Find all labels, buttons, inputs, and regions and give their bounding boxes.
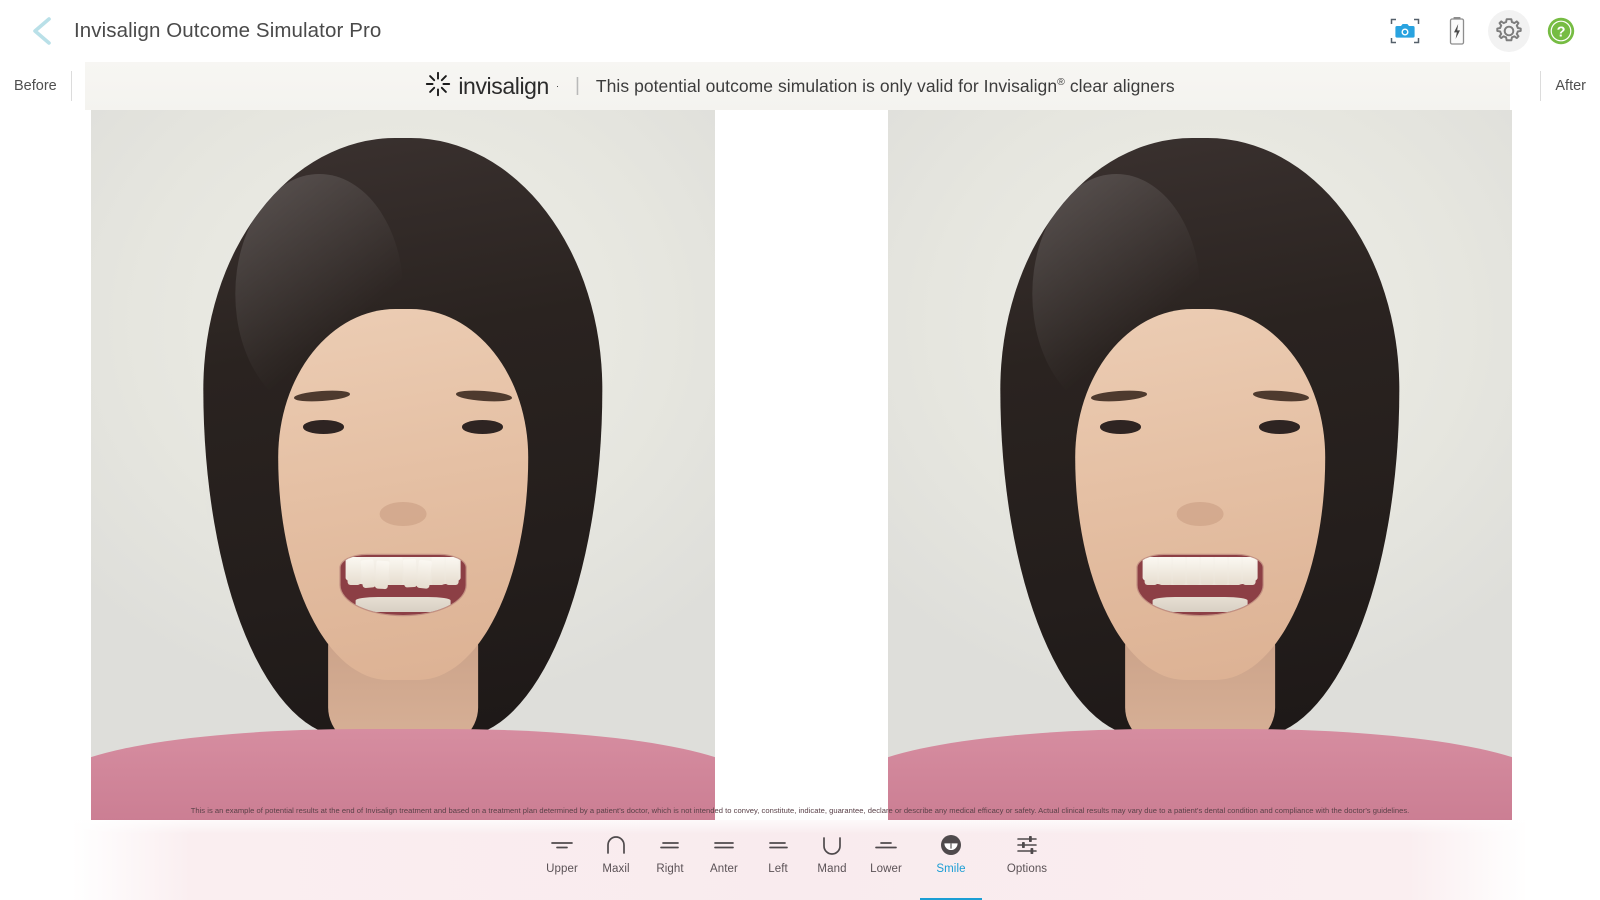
left-buccal-icon (765, 832, 791, 858)
banner-separator: | (575, 75, 580, 97)
screenshot-capture-button[interactable] (1388, 14, 1422, 48)
tool-mand[interactable]: Mand (805, 828, 859, 892)
upper-arch-icon (549, 832, 575, 858)
tool-label: Anter (710, 863, 738, 875)
chevron-left-icon (29, 15, 55, 47)
photo-mouth (1138, 555, 1263, 615)
after-patient-photo (888, 110, 1512, 822)
tool-lower[interactable]: Lower (859, 828, 913, 892)
tool-label: Options (1007, 863, 1047, 875)
before-divider (71, 71, 72, 101)
photo-eye-right (462, 420, 503, 434)
tool-label: Upper (546, 863, 578, 875)
view-toolbar: Upper Maxil (0, 828, 1600, 898)
mandibular-arch-icon (819, 832, 845, 858)
photo-upper-teeth (346, 557, 461, 585)
before-photo-pane[interactable] (91, 110, 715, 822)
page-title: Invisalign Outcome Simulator Pro (74, 19, 381, 43)
tool-anter[interactable]: Anter (697, 828, 751, 892)
photo-mouth (341, 555, 466, 615)
photo-eye-right (1259, 420, 1300, 434)
lower-arch-icon (873, 832, 899, 858)
invisalign-starburst-icon (425, 71, 451, 102)
before-label: Before (14, 78, 57, 94)
before-patient-photo (91, 110, 715, 822)
after-photo-pane[interactable] (888, 110, 1512, 822)
photo-nose (1177, 502, 1224, 526)
photo-nose (380, 502, 427, 526)
invisalign-registered-mark: · (556, 81, 559, 91)
legal-disclaimer: This is an example of potential results … (0, 806, 1600, 816)
tool-label: Mand (817, 863, 846, 875)
right-buccal-icon (657, 832, 683, 858)
tool-label: Smile (936, 863, 965, 875)
tool-label: Right (656, 863, 683, 875)
sliders-icon (1015, 832, 1039, 858)
svg-text:?: ? (1557, 25, 1566, 41)
tool-label: Lower (870, 863, 902, 875)
tool-label: Maxil (602, 863, 629, 875)
help-button[interactable]: ? (1544, 14, 1578, 48)
after-label-group: After (1532, 62, 1586, 110)
bottom-toolbar-background: Upper Maxil (0, 820, 1600, 900)
photo-lower-teeth (356, 597, 451, 611)
invisalign-wordmark: invisalign (458, 73, 549, 100)
camera-icon (1390, 18, 1420, 44)
question-circle-icon: ? (1546, 16, 1576, 46)
after-label: After (1555, 78, 1586, 94)
photo-upper-teeth (1143, 557, 1258, 585)
photo-face (1075, 309, 1325, 679)
photo-lower-teeth (1153, 597, 1248, 611)
banner-message-suffix: clear aligners (1065, 76, 1175, 96)
battery-status-button[interactable] (1440, 14, 1474, 48)
anterior-view-icon (711, 832, 737, 858)
tool-maxil[interactable]: Maxil (589, 828, 643, 892)
header-left-group: Invisalign Outcome Simulator Pro (0, 11, 381, 51)
comparison-viewer (0, 110, 1600, 832)
tool-left[interactable]: Left (751, 828, 805, 892)
banner-message: This potential outcome simulation is onl… (596, 76, 1175, 97)
maxillary-arch-icon (603, 832, 629, 858)
tool-options[interactable]: Options (989, 828, 1065, 892)
back-button[interactable] (22, 11, 62, 51)
banner-message-prefix: This potential outcome simulation is onl… (596, 76, 1057, 96)
tool-upper[interactable]: Upper (535, 828, 589, 892)
photo-eye-left (303, 420, 344, 434)
banner-message-registered: ® (1057, 76, 1065, 88)
invisalign-logo: invisalign · (425, 71, 559, 102)
smile-face-icon (939, 832, 963, 858)
before-label-group: Before (14, 62, 80, 110)
banner-center-group: invisalign · | This potential outcome si… (0, 62, 1600, 110)
gear-icon (1494, 16, 1524, 46)
simulation-banner: invisalign · | This potential outcome si… (0, 62, 1600, 110)
settings-button[interactable] (1492, 14, 1526, 48)
app-header: Invisalign Outcome Simulator Pro (0, 0, 1600, 62)
photo-eye-left (1100, 420, 1141, 434)
tool-right[interactable]: Right (643, 828, 697, 892)
app-root: Invisalign Outcome Simulator Pro (0, 0, 1600, 900)
tool-label: Left (768, 863, 788, 875)
battery-charging-icon (1448, 16, 1466, 46)
tool-smile[interactable]: Smile (913, 828, 989, 892)
photo-face (278, 309, 528, 679)
after-divider (1540, 71, 1541, 101)
header-actions: ? (1388, 14, 1600, 48)
